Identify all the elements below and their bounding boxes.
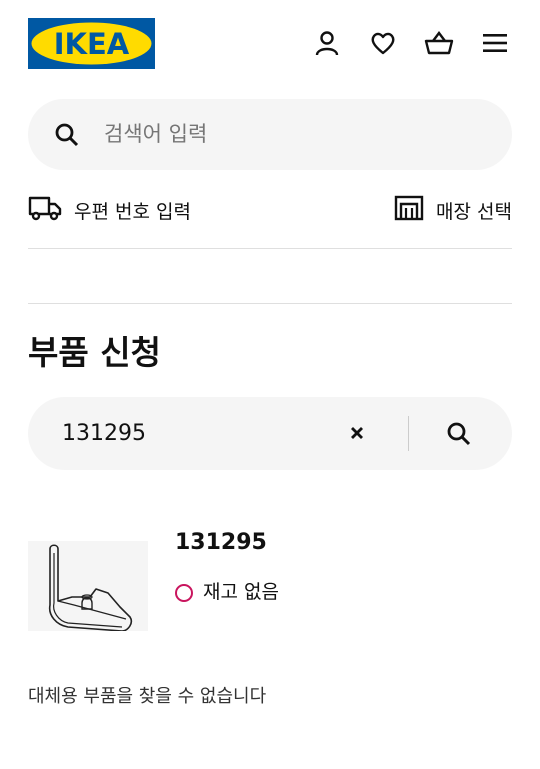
- result-item[interactable]: 131295 재고 없음: [28, 530, 512, 640]
- svg-text:IKEA: IKEA: [54, 27, 130, 61]
- basket-icon[interactable]: [422, 26, 456, 60]
- account-icon[interactable]: [310, 26, 344, 60]
- truck-icon: [28, 195, 62, 225]
- store-select-button[interactable]: 매장 선택: [394, 190, 512, 230]
- store-label: 매장 선택: [436, 200, 512, 223]
- stock-status-label: 재고 없음: [203, 581, 279, 603]
- search-icon[interactable]: [446, 421, 472, 451]
- postcode-button[interactable]: 우편 번호 입력: [28, 190, 191, 230]
- stock-status-indicator: [175, 583, 193, 602]
- search-placeholder[interactable]: 검색어 입력: [104, 99, 207, 170]
- stock-status: 재고 없음: [175, 577, 279, 604]
- part-image[interactable]: [28, 541, 148, 631]
- page-title: 부품 신청: [28, 333, 161, 372]
- location-row: 우편 번호 입력 매장 선택: [28, 190, 512, 230]
- no-replacement-message: 대체용 부품을 찾을 수 없습니다: [28, 686, 267, 707]
- heart-icon[interactable]: [366, 26, 400, 60]
- divider: [28, 303, 512, 304]
- clear-icon[interactable]: [345, 421, 369, 445]
- divider: [28, 248, 512, 249]
- menu-icon[interactable]: [478, 26, 512, 60]
- part-search-field[interactable]: 131295: [28, 397, 512, 470]
- store-icon: [394, 195, 424, 225]
- divider: [408, 416, 409, 451]
- ikea-logo[interactable]: IKEA: [28, 18, 155, 69]
- search-bar[interactable]: 검색어 입력: [28, 99, 512, 170]
- search-icon[interactable]: [54, 122, 80, 152]
- header: IKEA: [0, 0, 540, 90]
- part-search-input[interactable]: 131295: [62, 397, 146, 470]
- postcode-label: 우편 번호 입력: [74, 200, 191, 223]
- part-number[interactable]: 131295: [175, 530, 267, 555]
